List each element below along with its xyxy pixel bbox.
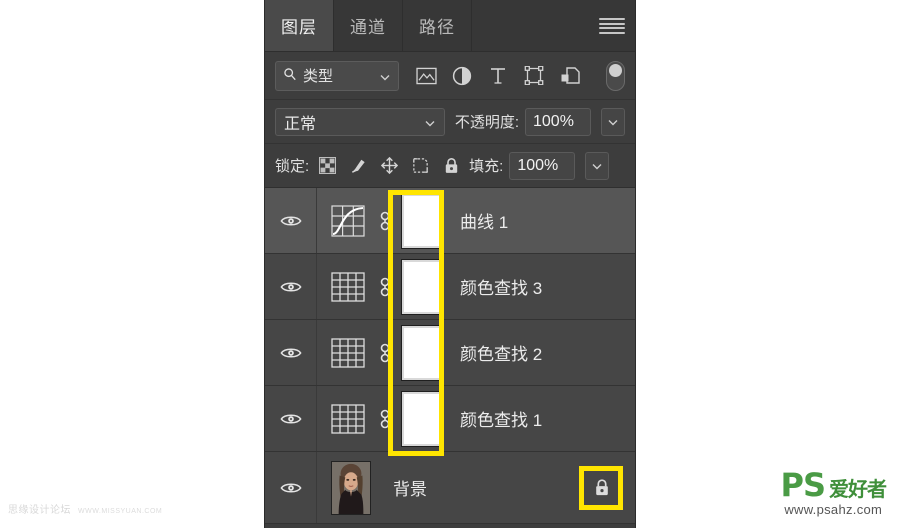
shape-layer-filter-icon[interactable]: [523, 65, 545, 87]
fill-control: 填充: 100%: [469, 151, 610, 180]
eye-icon: [279, 281, 302, 292]
watermark-left-text: 思缘设计论坛: [8, 505, 71, 516]
color-lookup-adjustment-icon[interactable]: [329, 268, 367, 306]
layer-mask-link-icon[interactable]: [377, 341, 393, 365]
blend-mode-dropdown[interactable]: 正常: [275, 107, 445, 136]
table-row[interactable]: 颜色查找 1: [265, 386, 635, 452]
screenshot-root: 思缘设计论坛 WWW.MISSYUAN.COM PS 爱好者 www.psahz…: [0, 0, 900, 528]
lock-artboard-nesting-icon[interactable]: [410, 156, 430, 176]
lock-row: 锁定: 填充: 100%: [265, 144, 635, 188]
table-row[interactable]: 颜色查找 3: [265, 254, 635, 320]
layer-mask-link-icon[interactable]: [377, 407, 393, 431]
blend-mode-value: 正常: [284, 115, 317, 133]
color-lookup-adjustment-icon[interactable]: [329, 334, 367, 372]
type-layer-filter-icon[interactable]: [487, 65, 509, 87]
smart-object-filter-icon[interactable]: [559, 65, 581, 87]
curves-adjustment-icon[interactable]: [329, 202, 367, 240]
tab-channels-label: 通道: [350, 18, 386, 37]
layer-mask-link-icon[interactable]: [377, 209, 393, 233]
layers-panel: 图层 通道 路径 类型 正常 不透明度: 100% 锁定: 填充: 100% 曲…: [264, 0, 636, 528]
layer-mask-thumbnail[interactable]: [401, 258, 443, 315]
opacity-control: 不透明度: 100%: [454, 107, 625, 136]
panel-tab-strip: 图层 通道 路径: [265, 0, 635, 52]
layer-filter-row: 类型: [265, 52, 635, 100]
eye-icon: [279, 482, 302, 493]
filter-type-label: 类型: [303, 68, 334, 85]
layer-mask-link-icon[interactable]: [377, 275, 393, 299]
lock-icon-group: [317, 156, 461, 176]
pixel-layer-filter-icon[interactable]: [415, 65, 437, 87]
lock-position-icon[interactable]: [379, 156, 399, 176]
opacity-input[interactable]: 100%: [525, 107, 591, 136]
eye-icon: [279, 215, 302, 226]
chevron-down-icon: [424, 116, 436, 128]
opacity-label: 不透明度:: [454, 114, 519, 131]
watermark-logo: PS 爱好者: [780, 466, 888, 504]
layer-name[interactable]: 颜色查找 3: [460, 274, 635, 299]
layer-mask-thumbnail[interactable]: [401, 390, 443, 447]
filter-icon-group: [415, 65, 581, 87]
lock-transparent-pixels-icon[interactable]: [317, 156, 337, 176]
layer-name[interactable]: 颜色查找 2: [460, 340, 635, 365]
watermark-right: PS 爱好者 www.psahz.com: [780, 466, 888, 517]
watermark-logo-ps: PS: [780, 466, 826, 504]
tab-channels[interactable]: 通道: [334, 0, 403, 51]
lock-label: 锁定:: [275, 158, 310, 175]
table-row[interactable]: 曲线 1: [265, 188, 635, 254]
watermark-right-url: www.psahz.com: [784, 502, 883, 517]
opacity-chevron-down-icon[interactable]: [601, 107, 625, 136]
layer-mask-thumbnail[interactable]: [401, 192, 443, 249]
watermark-left-url: WWW.MISSYUAN.COM: [78, 508, 163, 515]
tab-paths[interactable]: 路径: [403, 0, 472, 51]
layer-visibility-toggle[interactable]: [265, 320, 317, 385]
watermark-logo-cn: 爱好者: [829, 477, 887, 501]
chevron-down-icon: [379, 70, 391, 82]
eye-icon: [279, 347, 302, 358]
hamburger-menu-icon[interactable]: [599, 16, 625, 36]
layer-name[interactable]: 背景: [393, 475, 589, 500]
watermark-left: 思缘设计论坛 WWW.MISSYUAN.COM: [8, 501, 162, 516]
layer-name[interactable]: 曲线 1: [460, 208, 635, 233]
layer-mask-thumbnail[interactable]: [401, 324, 443, 381]
layer-name[interactable]: 颜色查找 1: [460, 406, 635, 431]
layer-visibility-toggle[interactable]: [265, 254, 317, 319]
fill-label: 填充:: [469, 158, 504, 175]
layer-visibility-toggle[interactable]: [265, 452, 317, 523]
background-layer-thumbnail[interactable]: [331, 460, 371, 515]
background-lock-icon[interactable]: [589, 475, 615, 501]
table-row[interactable]: 颜色查找 2: [265, 320, 635, 386]
table-row[interactable]: 背景: [265, 452, 635, 524]
fill-chevron-down-icon[interactable]: [585, 151, 610, 180]
blend-mode-row: 正常 不透明度: 100%: [265, 100, 635, 144]
filter-type-dropdown[interactable]: 类型: [275, 60, 399, 91]
lock-image-pixels-icon[interactable]: [348, 156, 368, 176]
color-lookup-adjustment-icon[interactable]: [329, 400, 367, 438]
tab-layers-label: 图层: [281, 18, 317, 37]
tab-layers[interactable]: 图层: [265, 0, 334, 51]
fill-input[interactable]: 100%: [509, 151, 576, 180]
layer-visibility-toggle[interactable]: [265, 188, 317, 253]
layer-list: 曲线 1 颜色查找 3 颜色查找 2 颜色查找 1 背景: [265, 188, 635, 524]
layer-visibility-toggle[interactable]: [265, 386, 317, 451]
adjustment-layer-filter-icon[interactable]: [451, 65, 473, 87]
search-icon: [283, 67, 297, 85]
lock-all-icon[interactable]: [441, 156, 461, 176]
eye-icon: [279, 413, 302, 424]
tab-paths-label: 路径: [419, 18, 455, 37]
filter-enable-toggle[interactable]: [606, 60, 625, 91]
